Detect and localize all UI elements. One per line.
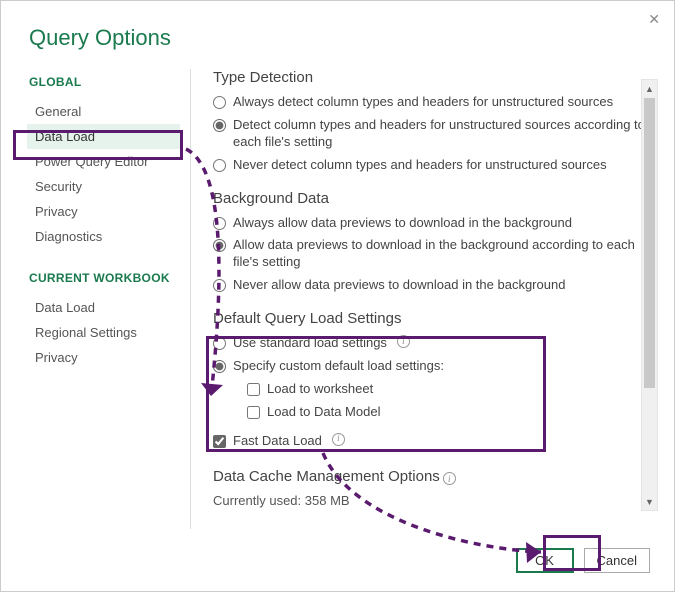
content-pane: Type Detection Always detect column type… <box>191 69 674 529</box>
sidebar-item-diagnostics[interactable]: Diagnostics <box>27 224 180 249</box>
label-td-never: Never detect column types and headers fo… <box>233 157 607 174</box>
check-fast-load[interactable]: Fast Data Load i <box>213 433 662 450</box>
heading-cache: Data Cache Management Optionsi <box>213 468 662 486</box>
dialog-title: Query Options <box>1 1 674 69</box>
sidebar: GLOBAL General Data Load Power Query Edi… <box>29 69 191 529</box>
scroll-up-icon[interactable]: ▲ <box>642 80 657 97</box>
check-load-datamodel[interactable]: Load to Data Model <box>247 404 662 421</box>
sidebar-item-security[interactable]: Security <box>27 174 180 199</box>
info-icon[interactable]: i <box>397 335 410 348</box>
radio-load-custom[interactable]: Specify custom default load settings: <box>213 358 662 375</box>
sidebar-item-data-load[interactable]: Data Load <box>27 124 180 149</box>
label-fast-load: Fast Data Load <box>233 433 322 450</box>
heading-background-data: Background Data <box>213 190 662 207</box>
radio-bg-never[interactable]: Never allow data previews to download in… <box>213 277 662 294</box>
label-bg-always: Always allow data previews to download i… <box>233 215 572 232</box>
sidebar-item-general[interactable]: General <box>27 99 180 124</box>
radio-type-always[interactable]: Always detect column types and headers f… <box>213 94 662 111</box>
label-load-custom: Specify custom default load settings: <box>233 358 444 375</box>
label-td-always: Always detect column types and headers f… <box>233 94 613 111</box>
label-load-standard: Use standard load settings <box>233 335 387 352</box>
scroll-thumb[interactable] <box>644 98 655 388</box>
radio-load-standard[interactable]: Use standard load settings i <box>213 335 662 352</box>
label-load-datamodel: Load to Data Model <box>267 404 380 421</box>
radio-bg-always[interactable]: Always allow data previews to download i… <box>213 215 662 232</box>
info-icon[interactable]: i <box>332 433 345 446</box>
radio-type-never[interactable]: Never detect column types and headers fo… <box>213 157 662 174</box>
radio-bg-perfile[interactable]: Allow data previews to download in the b… <box>213 237 662 271</box>
sidebar-heading-current: CURRENT WORKBOOK <box>29 271 180 285</box>
scroll-down-icon[interactable]: ▼ <box>642 493 657 510</box>
sidebar-item-cw-regional[interactable]: Regional Settings <box>27 320 180 345</box>
sidebar-item-privacy[interactable]: Privacy <box>27 199 180 224</box>
sidebar-item-cw-data-load[interactable]: Data Load <box>27 295 180 320</box>
info-icon[interactable]: i <box>443 472 456 485</box>
sidebar-heading-global: GLOBAL <box>29 75 180 89</box>
check-load-worksheet[interactable]: Load to worksheet <box>247 381 662 398</box>
sidebar-item-cw-privacy[interactable]: Privacy <box>27 345 180 370</box>
close-icon[interactable]: ✕ <box>648 11 660 28</box>
cancel-button[interactable]: Cancel <box>584 548 650 573</box>
label-td-perfile: Detect column types and headers for unst… <box>233 117 662 151</box>
sidebar-item-power-query-editor[interactable]: Power Query Editor <box>27 149 180 174</box>
scrollbar[interactable]: ▲ ▼ <box>641 79 658 511</box>
label-load-worksheet: Load to worksheet <box>267 381 373 398</box>
label-bg-perfile: Allow data previews to download in the b… <box>233 237 662 271</box>
label-bg-never: Never allow data previews to download in… <box>233 277 565 294</box>
heading-default-load: Default Query Load Settings <box>213 310 662 327</box>
ok-button[interactable]: OK <box>516 548 574 573</box>
heading-type-detection: Type Detection <box>213 69 662 86</box>
cache-used-label: Currently used: 358 MB <box>213 493 662 508</box>
radio-type-perfile[interactable]: Detect column types and headers for unst… <box>213 117 662 151</box>
